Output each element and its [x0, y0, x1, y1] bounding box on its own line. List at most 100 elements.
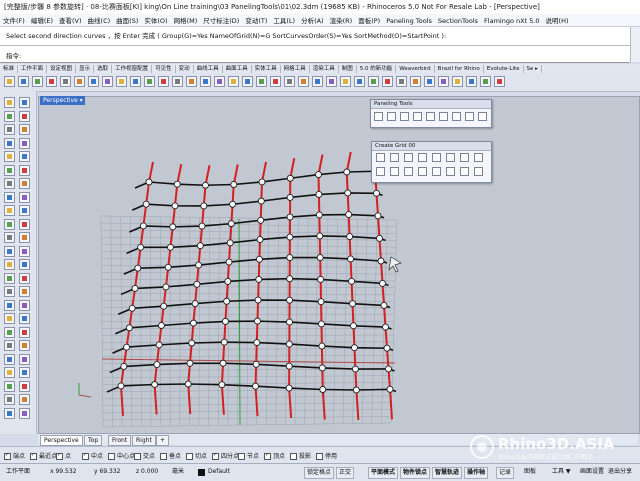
grid-tool-icon[interactable] [404, 153, 413, 162]
osnap-checkbox[interactable] [316, 453, 323, 460]
grid-point[interactable] [165, 264, 171, 270]
status-toggle-button[interactable]: 智慧轨迹 [432, 467, 462, 479]
toolbar-icon[interactable] [410, 76, 421, 87]
grid-point[interactable] [346, 212, 352, 218]
toolbar-icon[interactable] [480, 76, 491, 87]
osnap-toggle[interactable]: 停用 [316, 451, 337, 460]
osnap-toggle[interactable]: 顶点 [264, 451, 285, 460]
osnap-toggle[interactable]: 交点 [134, 451, 155, 460]
menu-item[interactable]: 曲面(S) [113, 14, 141, 25]
status-toggle-button[interactable]: 正交 [336, 467, 354, 479]
grid-tool-icon[interactable] [460, 153, 469, 162]
viewport-canvas[interactable] [39, 97, 639, 433]
menu-item[interactable]: Flamingo nXt 5.0 [481, 16, 542, 25]
status-toggle-button[interactable]: 平面模式 [368, 467, 398, 479]
grid-point[interactable] [126, 325, 132, 331]
menu-item[interactable]: SectionTools [435, 16, 481, 25]
left-tool-icon[interactable] [19, 408, 30, 419]
grid-point[interactable] [161, 303, 167, 309]
grid-point[interactable] [257, 237, 263, 243]
menu-item[interactable]: 分析(A) [298, 14, 327, 25]
left-tool-icon[interactable] [19, 273, 30, 284]
grid-point[interactable] [286, 319, 292, 325]
toolbar-icon[interactable] [32, 76, 43, 87]
grid-point[interactable] [152, 381, 158, 387]
black-direction-curve[interactable] [110, 363, 395, 372]
osnap-checkbox[interactable] [212, 453, 219, 460]
toolbar-tab[interactable]: 显示 [76, 65, 94, 73]
toolbar-tab[interactable]: 网格工具 [281, 65, 310, 73]
menu-item[interactable]: 尺寸标注(D) [200, 14, 242, 25]
left-tool-icon[interactable] [19, 286, 30, 297]
menu-item[interactable]: 工具(L) [270, 14, 298, 25]
grid-point[interactable] [349, 278, 355, 284]
toolbar-icon[interactable] [270, 76, 281, 87]
left-tool-icon[interactable] [19, 138, 30, 149]
toolbar-icon[interactable] [438, 76, 449, 87]
toolbar-icon[interactable] [214, 76, 225, 87]
left-tool-icon[interactable] [4, 219, 15, 230]
toolbar-icon[interactable] [228, 76, 239, 87]
left-tool-icon[interactable] [4, 354, 15, 365]
grid-point[interactable] [256, 256, 262, 262]
grid-point[interactable] [201, 203, 207, 209]
left-tool-icon[interactable] [19, 300, 30, 311]
grid-point[interactable] [344, 169, 350, 175]
grid-point[interactable] [203, 182, 209, 188]
osnap-toggle[interactable]: 切点 [186, 451, 207, 460]
left-tool-icon[interactable] [4, 394, 15, 405]
grid-tool-icon[interactable] [446, 153, 455, 162]
toolbar-icon[interactable] [242, 76, 253, 87]
status-right-item[interactable]: 图板 [524, 467, 536, 477]
left-tool-icon[interactable] [19, 313, 30, 324]
grid-point[interactable] [348, 256, 354, 262]
status-toggle-button[interactable]: 记录 [496, 467, 514, 479]
grid-point[interactable] [226, 259, 232, 265]
grid-tool-icon[interactable] [418, 167, 427, 176]
toolbar-icon[interactable] [102, 76, 113, 87]
grid-point[interactable] [228, 221, 234, 227]
osnap-toggle[interactable]: 中点 [82, 451, 103, 460]
left-tool-icon[interactable] [19, 178, 30, 189]
grid-point[interactable] [317, 255, 323, 261]
grid-point[interactable] [230, 201, 236, 207]
paneling-tool-icon[interactable] [452, 112, 461, 121]
toolbar-icon[interactable] [326, 76, 337, 87]
menu-item[interactable]: 编辑(E) [28, 14, 56, 25]
left-tool-icon[interactable] [4, 367, 15, 378]
osnap-toggle[interactable]: 最近点 [30, 451, 57, 460]
paneling-tool-icon[interactable] [465, 112, 474, 121]
toolbar-tab[interactable]: 5.0 的新功能 [357, 65, 397, 73]
menu-item[interactable]: 实体(O) [141, 14, 170, 25]
grid-point[interactable] [353, 387, 359, 393]
grid-point[interactable] [227, 240, 233, 246]
left-tool-icon[interactable] [4, 259, 15, 270]
grid-point[interactable] [135, 265, 141, 271]
toolbar-icon[interactable] [46, 76, 57, 87]
red-direction-curve[interactable] [222, 165, 238, 415]
left-tool-icon[interactable] [4, 286, 15, 297]
left-tool-icon[interactable] [4, 246, 15, 257]
toolbar-tab[interactable]: 选取 [94, 65, 112, 73]
toolbar-icon[interactable] [298, 76, 309, 87]
grid-point[interactable] [318, 276, 324, 282]
menu-item[interactable]: 面板(P) [355, 14, 383, 25]
osnap-checkbox[interactable] [82, 453, 89, 460]
add-viewport-tab-button[interactable]: + [156, 435, 169, 446]
left-tool-icon[interactable] [19, 205, 30, 216]
toolbar-tab[interactable]: 可见性 [152, 65, 176, 73]
left-tool-icon[interactable] [4, 340, 15, 351]
left-tool-icon[interactable] [4, 165, 15, 176]
grid-point[interactable] [220, 360, 226, 366]
menu-item[interactable]: 渲染(R) [327, 14, 356, 25]
toolbar-icon[interactable] [18, 76, 29, 87]
left-tool-icon[interactable] [4, 232, 15, 243]
grid-point[interactable] [320, 387, 326, 393]
toolbar-icon[interactable] [368, 76, 379, 87]
osnap-checkbox[interactable] [134, 453, 141, 460]
toolbar-icon[interactable] [466, 76, 477, 87]
left-tool-icon[interactable] [4, 381, 15, 392]
toolbar-icon[interactable] [382, 76, 393, 87]
grid-point[interactable] [258, 217, 264, 223]
left-tool-icon[interactable] [19, 246, 30, 257]
